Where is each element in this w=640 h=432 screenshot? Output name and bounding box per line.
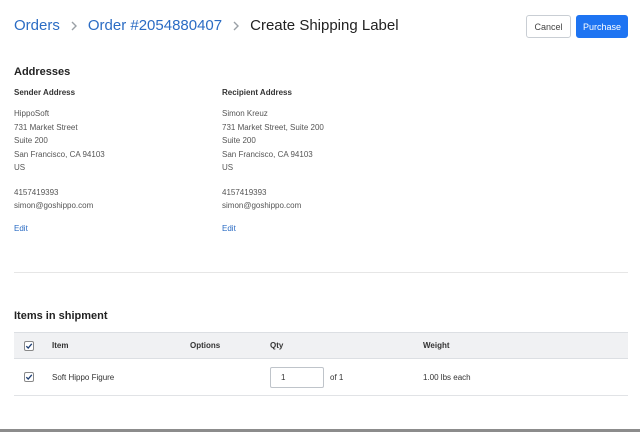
sender-address: Sender Address HippoSoft 731 Market Stre… (14, 88, 204, 236)
breadcrumb-orders-link[interactable]: Orders (14, 17, 60, 34)
sender-phone: 4157419393 (14, 187, 59, 197)
item-qty-total: of 1 (330, 372, 344, 382)
table-row: Soft Hippo Figure of 1 1.00 lbs each (14, 359, 628, 396)
table-header-row: Item Options Qty Weight (14, 332, 628, 359)
select-all-checkbox[interactable] (24, 340, 34, 351)
sender-suite: Suite 200 (14, 136, 48, 145)
sender-email: simon@goshippo.com (14, 201, 94, 210)
chevron-right-icon (226, 19, 246, 33)
item-checkbox[interactable] (24, 372, 34, 382)
cancel-button[interactable]: Cancel (526, 15, 571, 38)
sender-street: 731 Market Street (14, 122, 78, 132)
recipient-country: US (222, 163, 234, 172)
recipient-address: Recipient Address Simon Kreuz 731 Market… (222, 88, 412, 236)
item-weight: 1.00 lbs each (423, 372, 471, 382)
recipient-address-heading: Recipient Address (222, 88, 292, 97)
recipient-name: Simon Kreuz (222, 109, 268, 118)
sender-edit-link[interactable]: Edit (14, 224, 28, 233)
page-header: Orders Order #2054880407 Create Shipping… (14, 14, 628, 40)
breadcrumb: Orders Order #2054880407 Create Shipping… (14, 17, 399, 34)
sender-city: San Francisco, CA 94103 (14, 149, 105, 159)
addresses-section-title: Addresses (14, 66, 71, 78)
chevron-right-icon (64, 19, 84, 33)
recipient-edit-link[interactable]: Edit (222, 224, 236, 233)
sender-address-heading: Sender Address (14, 88, 76, 97)
recipient-email: simon@goshippo.com (222, 201, 302, 210)
items-table: Item Options Qty Weight Soft Hippo Figur… (14, 332, 628, 396)
recipient-street: 731 Market Street, Suite 200 (222, 122, 324, 132)
recipient-suite: Suite 200 (222, 136, 256, 145)
section-divider (14, 272, 628, 273)
page-title: Create Shipping Label (250, 17, 399, 34)
recipient-city: San Francisco, CA 94103 (222, 149, 313, 159)
purchase-button[interactable]: Purchase (576, 15, 628, 38)
items-section-title: Items in shipment (14, 310, 108, 322)
recipient-phone: 4157419393 (222, 187, 267, 197)
quantity-input[interactable] (270, 366, 324, 388)
sender-country: US (14, 163, 26, 172)
column-header-options: Options (190, 341, 221, 350)
checkmark-icon (25, 342, 33, 349)
column-header-item: Item (52, 341, 69, 350)
sender-name: HippoSoft (14, 109, 50, 118)
breadcrumb-order-link[interactable]: Order #2054880407 (88, 17, 222, 34)
column-header-weight: Weight (423, 341, 450, 350)
checkmark-icon (25, 374, 33, 380)
item-name: Soft Hippo Figure (52, 372, 115, 382)
column-header-qty: Qty (270, 341, 284, 350)
